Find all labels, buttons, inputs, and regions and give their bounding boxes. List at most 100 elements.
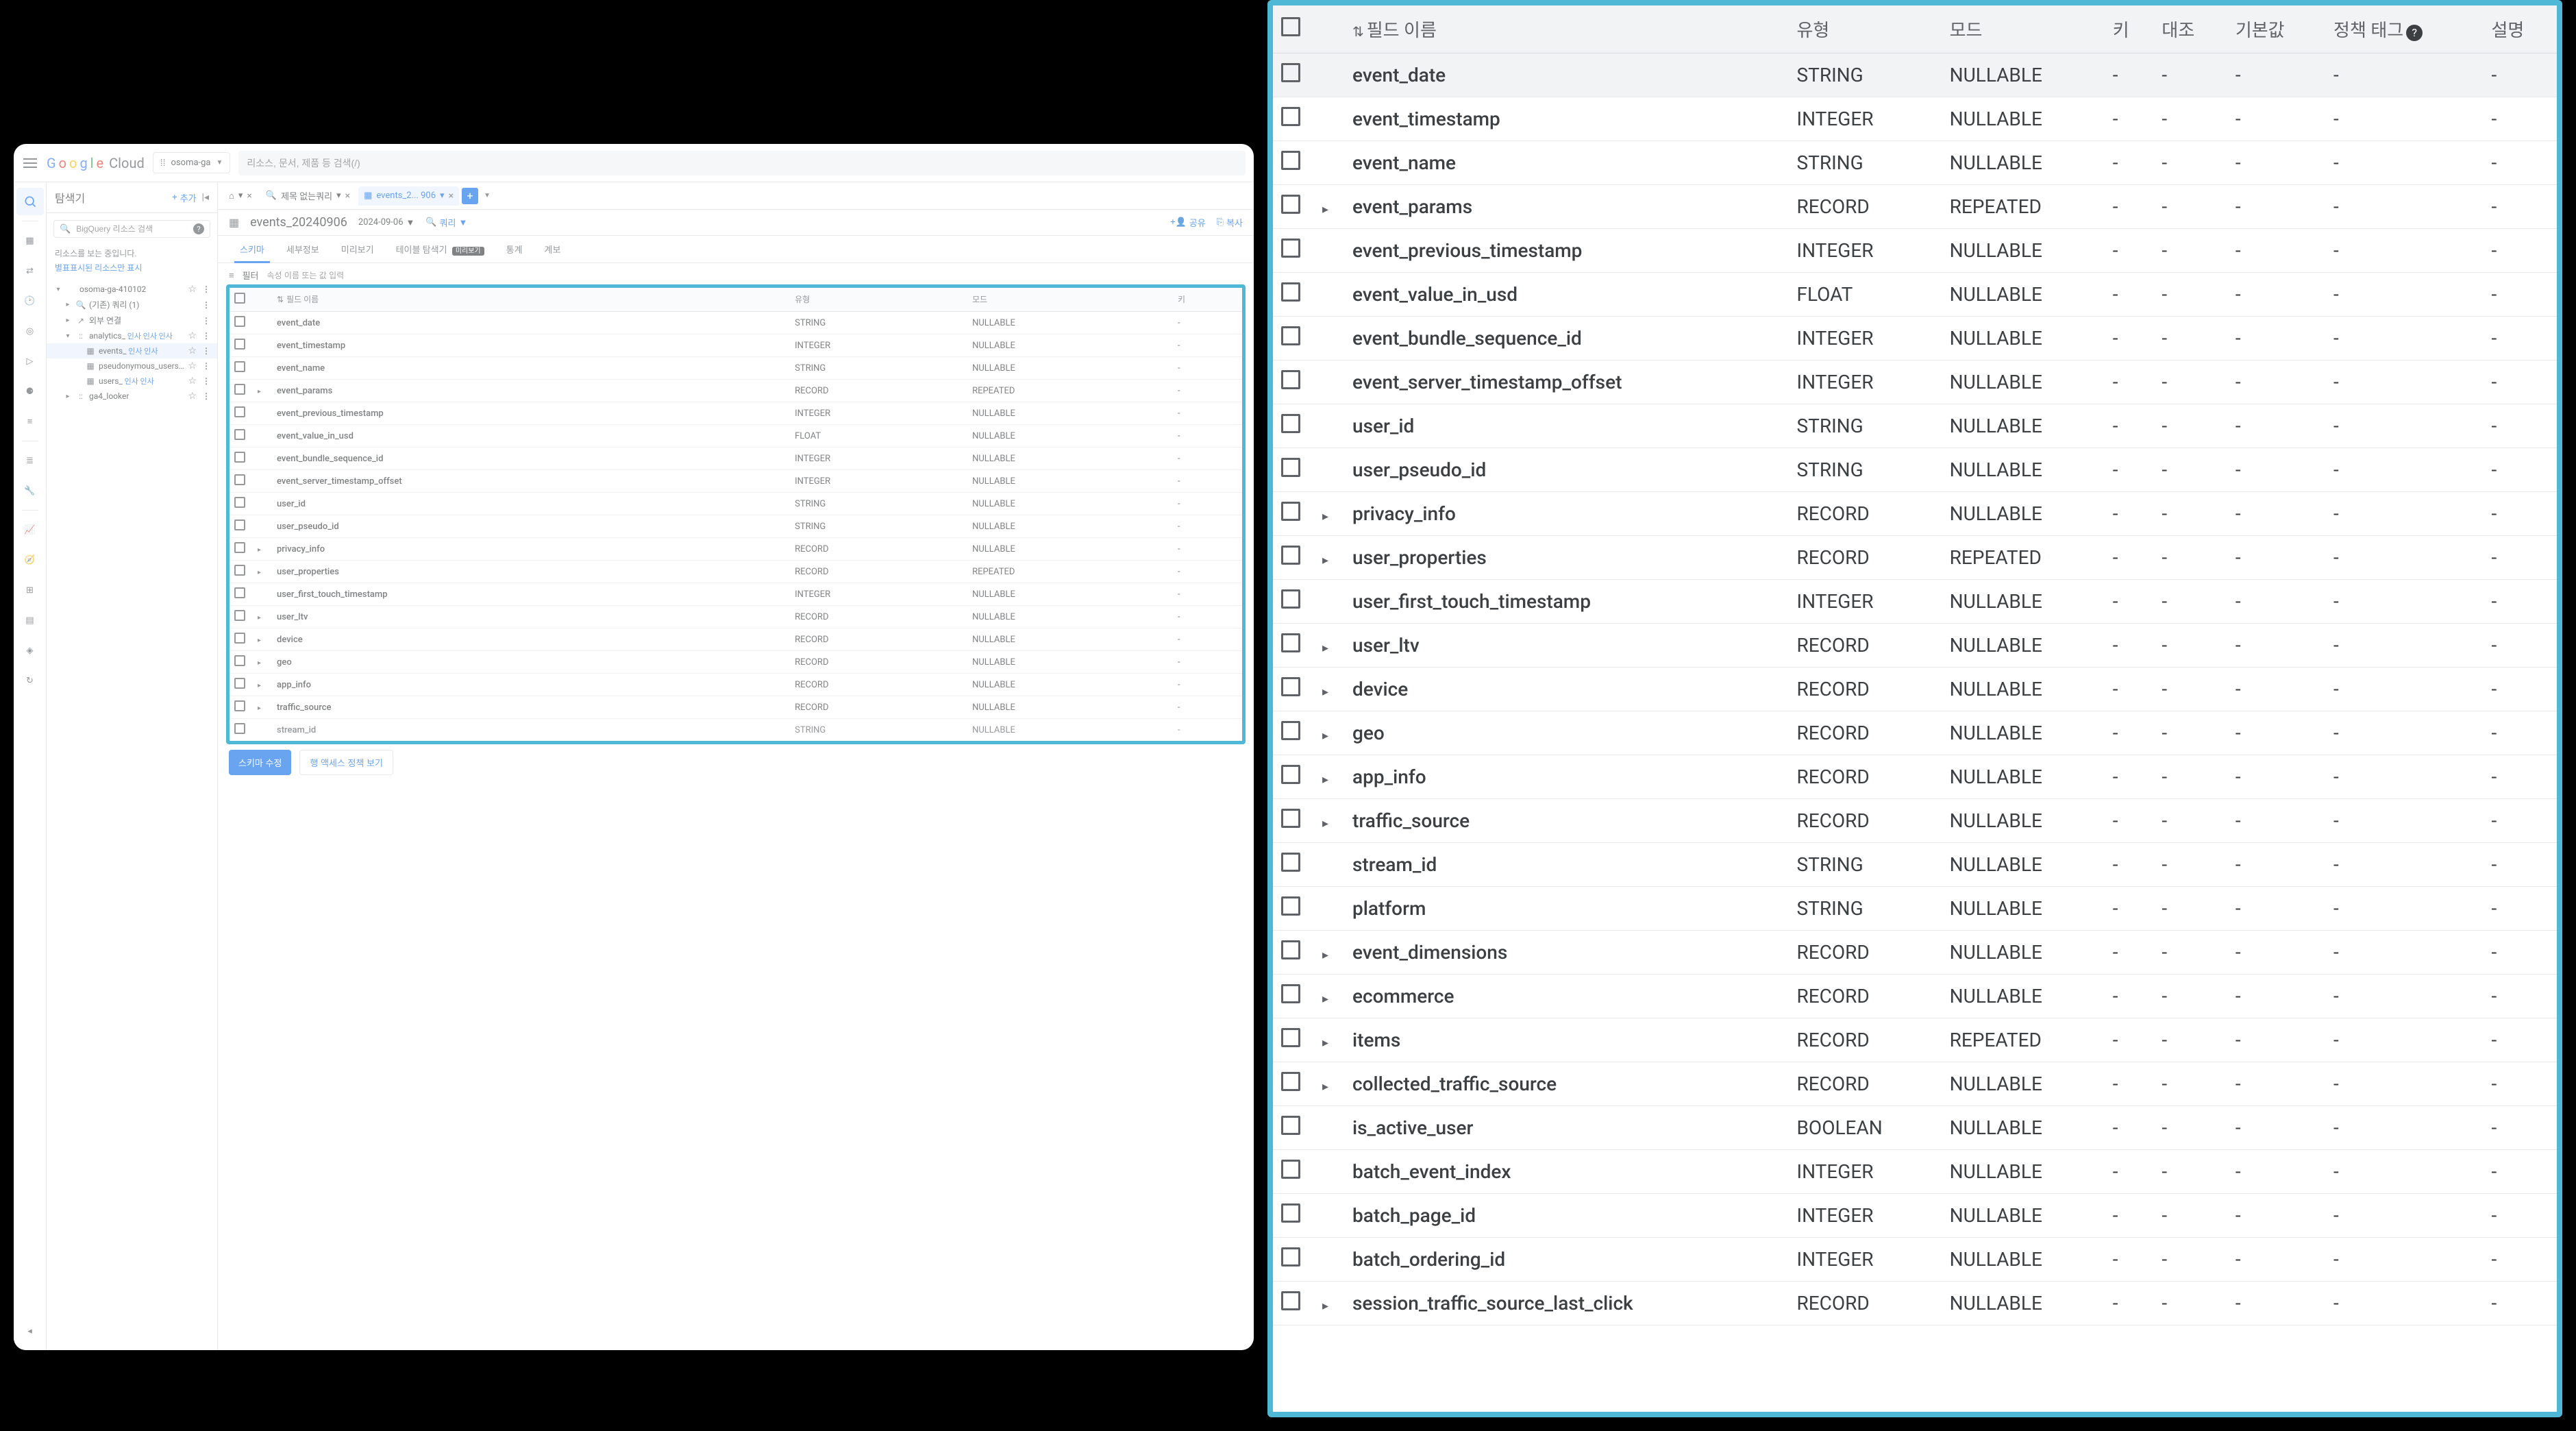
expand-icon[interactable]: ▸ [1322,509,1336,524]
row-checkbox[interactable] [1281,414,1300,433]
search-input[interactable] [247,158,1237,169]
close-icon[interactable]: × [247,191,251,201]
schema-row[interactable]: ▸user_ltvRECORDNULLABLE- [229,606,1243,628]
expand-caret-icon[interactable]: ▸ [63,317,73,324]
row-checkbox[interactable] [1281,1203,1300,1223]
expand-icon[interactable]: ▸ [1322,202,1336,217]
row-checkbox[interactable] [1281,1160,1300,1179]
global-search[interactable] [238,151,1246,175]
schema-row[interactable]: event_value_in_usdFLOATNULLABLE----- [1273,273,2557,317]
row-checkbox[interactable] [234,316,245,327]
schema-row[interactable]: platformSTRINGNULLABLE----- [1273,887,2557,931]
schema-row[interactable]: ▸user_propertiesRECORDREPEATED- [229,561,1243,583]
expand-icon[interactable]: ▸ [258,546,266,554]
kebab-menu-icon[interactable]: ⋮ [199,391,213,401]
tab-details[interactable]: 세부정보 [275,236,330,262]
project-selector[interactable]: ⁞⁞ osoma-ga ▼ [153,152,231,173]
partition-date-selector[interactable]: 2024-09-06 ▼ [358,217,415,228]
expand-icon[interactable]: ▸ [258,569,266,576]
schema-row[interactable]: ▸privacy_infoRECORDNULLABLE----- [1273,492,2557,536]
hamburger-menu-icon[interactable] [22,155,38,171]
sort-icon[interactable]: ⇅ [277,295,284,304]
star-icon[interactable]: ☆ [188,376,197,387]
row-checkbox[interactable] [234,542,245,553]
schema-row[interactable]: ▸ecommerceRECORDNULLABLE----- [1273,975,2557,1018]
row-checkbox[interactable] [1281,282,1300,302]
star-icon[interactable]: ☆ [188,345,197,356]
row-checkbox[interactable] [234,452,245,463]
row-checkbox[interactable] [234,429,245,440]
row-checkbox[interactable] [1281,984,1300,1003]
star-icon[interactable]: ☆ [188,360,197,371]
row-checkbox[interactable] [1281,940,1300,959]
expand-icon[interactable]: ▸ [1322,772,1336,787]
filter-input[interactable] [267,271,1243,280]
rail-explore-icon[interactable]: 🧭 [16,546,44,574]
tab-stats[interactable]: 통계 [495,236,534,262]
expand-icon[interactable]: ▸ [1322,641,1336,655]
rail-monitoring-icon[interactable]: 📈 [16,516,44,543]
expand-icon[interactable]: ▸ [1322,1299,1336,1313]
schema-row[interactable]: ▸app_infoRECORDNULLABLE- [229,674,1243,696]
schema-row[interactable]: ▸user_ltvRECORDNULLABLE----- [1273,624,2557,668]
schema-row[interactable]: ▸event_dimensionsRECORDNULLABLE----- [1273,931,2557,975]
tree-row[interactable]: ▸🔍(기존) 쿼리 (1)⋮ [47,297,217,313]
row-checkbox[interactable] [1281,1291,1300,1310]
row-checkbox[interactable] [1281,765,1300,784]
schema-row[interactable]: is_active_userBOOLEANNULLABLE----- [1273,1106,2557,1150]
row-checkbox[interactable] [1281,195,1300,214]
rail-history-icon[interactable]: ↻ [16,667,44,694]
kebab-menu-icon[interactable]: ⋮ [199,300,213,310]
expand-icon[interactable]: ▸ [1322,1079,1336,1094]
kebab-menu-icon[interactable]: ⋮ [199,331,213,341]
row-checkbox[interactable] [1281,1116,1300,1135]
tab-schema[interactable]: 스키마 [229,236,275,262]
starred-only-link[interactable]: 별표표시된 리소스만 표시 [47,262,217,279]
row-checkbox[interactable] [1281,633,1300,652]
rail-dataform-icon[interactable]: ▷ [16,347,44,375]
expand-icon[interactable]: ▸ [1322,729,1336,743]
schema-row[interactable]: ▸traffic_sourceRECORDNULLABLE- [229,696,1243,719]
rail-share-icon[interactable]: ⚈ [16,378,44,405]
row-checkbox[interactable] [234,474,245,485]
expand-icon[interactable]: ▸ [1322,992,1336,1006]
sort-icon[interactable]: ⇅ [1352,23,1364,40]
rail-bigquery-icon[interactable] [16,188,44,215]
tab-untitled-query[interactable]: 🔍 제목 없는쿼리 ▾ × [260,185,356,206]
tree-row[interactable]: ▾osoma-ga-410102☆⋮ [47,282,217,297]
rail-policy-icon[interactable]: ⊞ [16,576,44,604]
row-checkbox[interactable] [1281,589,1300,609]
schema-row[interactable]: ▸app_infoRECORDNULLABLE----- [1273,755,2557,799]
row-checkbox[interactable] [234,497,245,508]
copy-button[interactable]: ⎘ 복사 [1217,216,1243,229]
tab-home[interactable]: ⌂ ▾ × [223,186,258,206]
row-checkbox[interactable] [234,678,245,689]
schema-row[interactable]: user_pseudo_idSTRINGNULLABLE----- [1273,448,2557,492]
row-checkbox[interactable] [234,587,245,598]
tree-row[interactable]: ▸↗외부 연결⋮ [47,313,217,328]
schema-row[interactable]: ▸collected_traffic_sourceRECORDNULLABLE-… [1273,1062,2557,1106]
schema-row[interactable]: ▸event_paramsRECORDREPEATED----- [1273,185,2557,229]
new-tab-button[interactable]: + [462,188,478,204]
rail-bi-engine-icon[interactable]: 🔧 [16,477,44,504]
schema-row[interactable]: event_timestampINTEGERNULLABLE----- [1273,97,2557,141]
expand-icon[interactable]: ▸ [258,682,266,689]
collapse-explorer-icon[interactable]: |◂ [202,192,209,203]
row-checkbox[interactable] [1281,458,1300,477]
row-checkbox[interactable] [1281,809,1300,828]
row-checkbox[interactable] [234,565,245,576]
schema-row[interactable]: ▸user_propertiesRECORDREPEATED----- [1273,536,2557,580]
google-cloud-logo[interactable]: Google Cloud [47,155,145,171]
rail-capacity-icon[interactable]: ≣ [16,447,44,474]
schema-row[interactable]: event_bundle_sequence_idINTEGERNULLABLE-… [1273,317,2557,360]
row-access-policy-button[interactable]: 행 액세스 정책 보기 [299,750,393,775]
row-checkbox[interactable] [1281,63,1300,82]
rail-policy2-icon[interactable]: ▤ [16,607,44,634]
kebab-menu-icon[interactable]: ⋮ [199,316,213,326]
tab-overflow-caret[interactable]: ▼ [481,192,493,199]
expand-caret-icon[interactable]: ▸ [63,301,73,308]
schema-row[interactable]: event_previous_timestampINTEGERNULLABLE-… [1273,229,2557,273]
schema-row[interactable]: ▸geoRECORDNULLABLE- [229,651,1243,674]
row-checkbox[interactable] [1281,1247,1300,1267]
schema-row[interactable]: event_server_timestamp_offsetINTEGERNULL… [1273,360,2557,404]
